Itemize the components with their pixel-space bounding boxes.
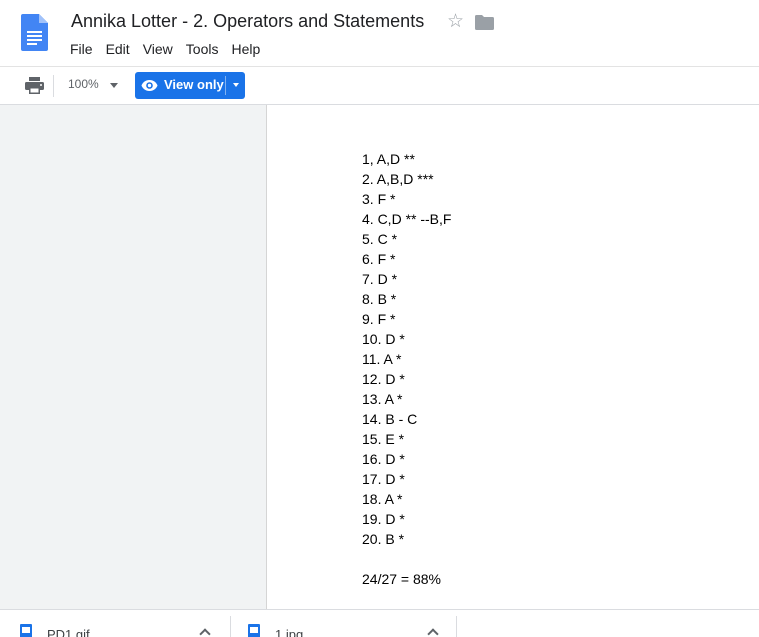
answer-line: 20. B * bbox=[362, 531, 405, 547]
answer-line: 14. B - C bbox=[362, 411, 418, 427]
answer-line: 8. B * bbox=[362, 291, 397, 307]
answer-line: 6. F * bbox=[362, 251, 396, 267]
download-divider bbox=[456, 616, 457, 637]
download-item[interactable]: 1.jpg bbox=[228, 610, 456, 637]
answer-line: 17. D * bbox=[362, 471, 405, 487]
answer-line: 9. F * bbox=[362, 311, 396, 327]
zoom-caret-icon[interactable] bbox=[110, 83, 118, 88]
answer-line: 3. F * bbox=[362, 191, 396, 207]
menu-edit[interactable]: Edit bbox=[106, 41, 130, 57]
menu-tools[interactable]: Tools bbox=[186, 41, 219, 57]
chevron-up-icon[interactable] bbox=[199, 628, 211, 637]
document-page: 1, A,D ** 2. A,B,D *** 3. F * 4. C,D ** --B… bbox=[266, 105, 759, 609]
chevron-up-icon[interactable] bbox=[427, 628, 439, 637]
view-only-button[interactable]: View only bbox=[135, 72, 245, 99]
answer-line: 11. A * bbox=[362, 351, 402, 367]
document-title[interactable]: Annika Lotter - 2. Operators and Stateme… bbox=[71, 11, 424, 32]
answer-line: 5. C * bbox=[362, 231, 398, 247]
answer-line: 12. D * bbox=[362, 371, 405, 387]
score-line: 24/27 = 88% bbox=[362, 571, 442, 587]
view-only-divider bbox=[225, 76, 226, 95]
menu-bar: File Edit View Tools Help bbox=[70, 41, 273, 57]
google-docs-icon[interactable] bbox=[21, 14, 48, 51]
download-filename: PD1.gif bbox=[47, 627, 90, 637]
answer-line: 10. D * bbox=[362, 331, 405, 347]
toolbar-divider bbox=[53, 75, 54, 97]
answer-line: 15. E * bbox=[362, 431, 405, 447]
folder-icon[interactable] bbox=[475, 15, 494, 30]
download-bar: PD1.gif 1.jpg bbox=[0, 609, 759, 637]
view-only-label: View only bbox=[164, 77, 224, 92]
menu-file[interactable]: File bbox=[70, 41, 93, 57]
answer-line: 18. A * bbox=[362, 491, 403, 507]
menu-view[interactable]: View bbox=[143, 41, 173, 57]
doc-header: Annika Lotter - 2. Operators and Stateme… bbox=[0, 0, 759, 66]
answer-line: 13. A * bbox=[362, 391, 403, 407]
answer-line: 7. D * bbox=[362, 271, 398, 287]
document-canvas: 1, A,D ** 2. A,B,D *** 3. F * 4. C,D ** --B… bbox=[0, 105, 759, 609]
download-filename: 1.jpg bbox=[275, 627, 304, 637]
image-file-icon bbox=[248, 624, 260, 637]
answer-line: 16. D * bbox=[362, 451, 405, 467]
answer-line: 1, A,D ** bbox=[362, 151, 415, 167]
answer-line: 4. C,D ** --B,F bbox=[362, 211, 452, 227]
chevron-down-icon[interactable] bbox=[233, 83, 239, 87]
menu-help[interactable]: Help bbox=[231, 41, 260, 57]
eye-icon bbox=[141, 80, 158, 91]
answer-line: 19. D * bbox=[362, 511, 405, 527]
answer-line: 2. A,B,D *** bbox=[362, 171, 434, 187]
zoom-select[interactable]: 100% bbox=[68, 77, 99, 91]
toolbar: 100% View only bbox=[0, 66, 759, 105]
star-icon[interactable]: ☆ bbox=[447, 12, 464, 32]
image-file-icon bbox=[20, 624, 32, 637]
download-item[interactable]: PD1.gif bbox=[0, 610, 230, 637]
print-icon[interactable] bbox=[25, 77, 44, 94]
answer-list: 1, A,D ** 2. A,B,D *** 3. F * 4. C,D ** --B… bbox=[362, 149, 451, 549]
